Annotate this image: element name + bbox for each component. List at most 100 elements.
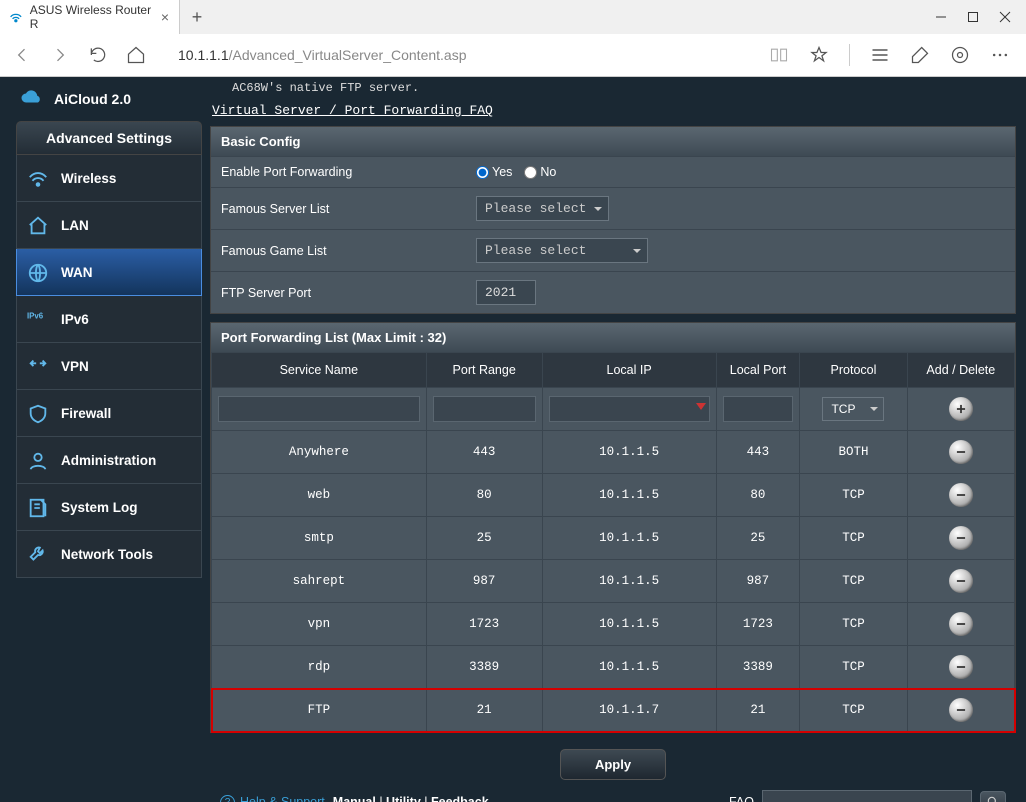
sidebar-aicloud[interactable]: AiCloud 2.0 (16, 83, 202, 121)
share-icon[interactable] (950, 45, 970, 65)
delete-button[interactable] (949, 483, 973, 507)
cell-range: 21 (426, 689, 542, 732)
wifi-icon (8, 9, 24, 25)
hub-icon[interactable] (870, 45, 890, 65)
delete-button[interactable] (949, 698, 973, 722)
port-range-input[interactable] (433, 396, 536, 422)
ipv6-icon: IPv6 (27, 309, 49, 329)
back-button[interactable] (12, 45, 32, 65)
enable-no-radio[interactable]: No (524, 165, 556, 179)
sidebar-item-label: VPN (61, 359, 89, 374)
enable-yes-radio[interactable]: Yes (476, 165, 512, 179)
famous-server-label: Famous Server List (221, 202, 476, 216)
content: AC68W's native FTP server. Virtual Serve… (210, 77, 1026, 802)
pf-header: Port Forwarding List (Max Limit : 32) (211, 323, 1015, 352)
faq-search-input[interactable] (762, 790, 972, 802)
sidebar-item-network-tools[interactable]: Network Tools (16, 531, 202, 578)
wan-icon (27, 262, 49, 282)
reading-icon[interactable] (769, 45, 789, 65)
cell-range: 25 (426, 517, 542, 560)
sidebar-item-administration[interactable]: Administration (16, 437, 202, 484)
sidebar-item-wan[interactable]: WAN (16, 249, 202, 296)
cell-proto: TCP (800, 474, 907, 517)
notes-icon[interactable] (910, 45, 930, 65)
delete-button[interactable] (949, 569, 973, 593)
cell-proto: TCP (800, 689, 907, 732)
minimize-button[interactable] (934, 10, 948, 24)
delete-button[interactable] (949, 440, 973, 464)
sidebar-item-system-log[interactable]: System Log (16, 484, 202, 531)
th-service: Service Name (212, 353, 427, 388)
cell-service: web (212, 474, 427, 517)
delete-button[interactable] (949, 526, 973, 550)
sidebar-item-label: WAN (61, 265, 93, 280)
star-icon[interactable] (809, 45, 829, 65)
cell-port: 25 (716, 517, 800, 560)
cell-service: smtp (212, 517, 427, 560)
tab-title: ASUS Wireless Router R (30, 3, 161, 31)
maximize-button[interactable] (966, 10, 980, 24)
table-row: FTP2110.1.1.721TCP (212, 689, 1015, 732)
address-bar[interactable]: 10.1.1.1/Advanced_VirtualServer_Content.… (164, 47, 751, 63)
sidebar-item-wireless[interactable]: Wireless (16, 155, 202, 202)
aicloud-label: AiCloud 2.0 (54, 91, 131, 107)
famous-game-select[interactable]: Please select (476, 238, 648, 263)
sidebar: AiCloud 2.0 Advanced Settings WirelessLA… (0, 77, 210, 802)
protocol-select[interactable]: TCP (822, 397, 884, 421)
cell-service: FTP (212, 689, 427, 732)
cell-port: 80 (716, 474, 800, 517)
cell-proto: TCP (800, 603, 907, 646)
ftp-port-label: FTP Server Port (221, 286, 476, 300)
service-name-input[interactable] (218, 396, 420, 422)
basic-config-header: Basic Config (211, 127, 1015, 156)
sidebar-item-label: IPv6 (61, 312, 89, 327)
table-row: Anywhere44310.1.1.5443BOTH (212, 431, 1015, 474)
wireless-icon (27, 168, 49, 188)
th-ip: Local IP (542, 353, 716, 388)
close-icon[interactable]: × (161, 9, 169, 25)
cell-range: 80 (426, 474, 542, 517)
sidebar-item-vpn[interactable]: VPN (16, 343, 202, 390)
local-ip-input[interactable] (549, 396, 710, 422)
window-controls (920, 10, 1026, 24)
forward-button[interactable] (50, 45, 70, 65)
browser-tab[interactable]: ASUS Wireless Router R × (0, 0, 180, 34)
vpn-icon (27, 356, 49, 376)
sidebar-item-ipv6[interactable]: IPv6 IPv6 (16, 296, 202, 343)
add-button[interactable] (949, 397, 973, 421)
intro-text: AC68W's native FTP server. (210, 81, 1016, 99)
chevron-down-icon[interactable] (696, 403, 706, 415)
faq-search-button[interactable] (980, 791, 1006, 802)
delete-button[interactable] (949, 612, 973, 636)
refresh-button[interactable] (88, 45, 108, 65)
cell-service: Anywhere (212, 431, 427, 474)
new-tab-button[interactable]: + (180, 7, 214, 28)
window-close-button[interactable] (998, 10, 1012, 24)
cell-ip: 10.1.1.7 (542, 689, 716, 732)
cell-proto: BOTH (800, 431, 907, 474)
more-icon[interactable] (990, 45, 1010, 65)
sidebar-item-label: Wireless (61, 171, 116, 186)
cell-range: 1723 (426, 603, 542, 646)
enable-pf-label: Enable Port Forwarding (221, 165, 476, 179)
firewall-icon (27, 403, 49, 423)
sidebar-item-lan[interactable]: LAN (16, 202, 202, 249)
home-button[interactable] (126, 45, 146, 65)
ftp-port-input[interactable]: 2021 (476, 280, 536, 305)
cell-service: rdp (212, 646, 427, 689)
cell-ip: 10.1.1.5 (542, 603, 716, 646)
sidebar-item-label: Network Tools (61, 547, 153, 562)
apply-button[interactable]: Apply (560, 749, 666, 780)
browser-chrome: ASUS Wireless Router R × + 10.1.1.1/Adva… (0, 0, 1026, 77)
lan-icon (27, 215, 49, 235)
cell-proto: TCP (800, 560, 907, 603)
sidebar-item-firewall[interactable]: Firewall (16, 390, 202, 437)
faq-link[interactable]: Virtual Server / Port Forwarding FAQ (210, 99, 1016, 126)
local-port-input[interactable] (723, 396, 794, 422)
cell-ip: 10.1.1.5 (542, 560, 716, 603)
th-range: Port Range (426, 353, 542, 388)
cell-port: 1723 (716, 603, 800, 646)
delete-button[interactable] (949, 655, 973, 679)
th-port: Local Port (716, 353, 800, 388)
famous-server-select[interactable]: Please select (476, 196, 609, 221)
